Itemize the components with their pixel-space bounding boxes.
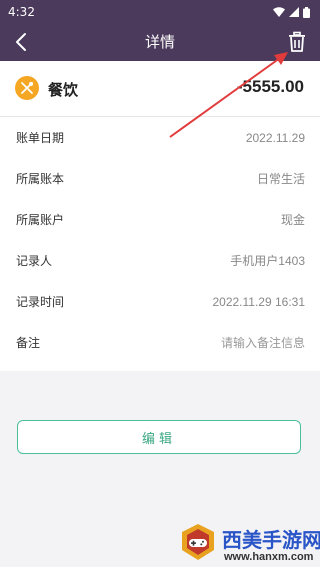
gamepad-logo-icon	[182, 524, 214, 560]
trash-icon[interactable]	[286, 31, 308, 53]
watermark: 西美手游网 www.hanxm.com	[178, 520, 320, 567]
detail-value: 手机用户1403	[230, 254, 305, 268]
record-detail-card: 餐饮 -5555.00 账单日期 2022.11.29 所属账本 日常生活 所属…	[0, 61, 320, 371]
detail-label: 所属账本	[16, 172, 65, 186]
detail-row-record-time: 记录时间 2022.11.29 16:31	[0, 281, 320, 322]
detail-row-recorder: 记录人 手机用户1403	[0, 240, 320, 281]
fork-knife-icon	[15, 76, 39, 100]
status-time: 4:32	[8, 5, 35, 19]
signal-icon	[289, 7, 299, 17]
detail-row-ledger: 所属账本 日常生活	[0, 158, 320, 199]
detail-value: 日常生活	[256, 172, 305, 186]
detail-value: 现金	[280, 213, 305, 227]
detail-label: 所属账户	[16, 213, 65, 227]
detail-label: 记录人	[16, 254, 53, 268]
wifi-icon	[273, 7, 285, 17]
nav-bar: 详情	[0, 24, 320, 61]
watermark-title: 西美手游网	[222, 528, 320, 552]
page-title: 详情	[144, 33, 175, 51]
detail-value: 2022.11.29	[245, 130, 305, 145]
category-name: 餐饮	[48, 81, 79, 99]
battery-icon	[303, 6, 310, 18]
detail-label: 账单日期	[16, 131, 65, 145]
status-icons	[273, 6, 310, 18]
detail-row-note: 备注 请输入备注信息	[0, 322, 320, 363]
status-bar: 4:32	[0, 0, 320, 24]
detail-row-bill-date: 账单日期 2022.11.29	[0, 117, 320, 158]
detail-row-account: 所属账户 现金	[0, 199, 320, 240]
watermark-url: www.hanxm.com	[224, 551, 314, 563]
amount-value: -5555.00	[236, 77, 304, 96]
detail-value: 2022.11.29 16:31	[212, 294, 305, 309]
detail-list: 账单日期 2022.11.29 所属账本 日常生活 所属账户 现金 记录人 手机…	[0, 117, 320, 363]
record-header: 餐饮 -5555.00	[0, 61, 320, 116]
note-label: 备注	[16, 336, 41, 350]
note-input[interactable]: 请输入备注信息	[221, 334, 305, 351]
edit-button[interactable]: 编辑	[17, 420, 301, 454]
detail-label: 记录时间	[16, 295, 65, 309]
